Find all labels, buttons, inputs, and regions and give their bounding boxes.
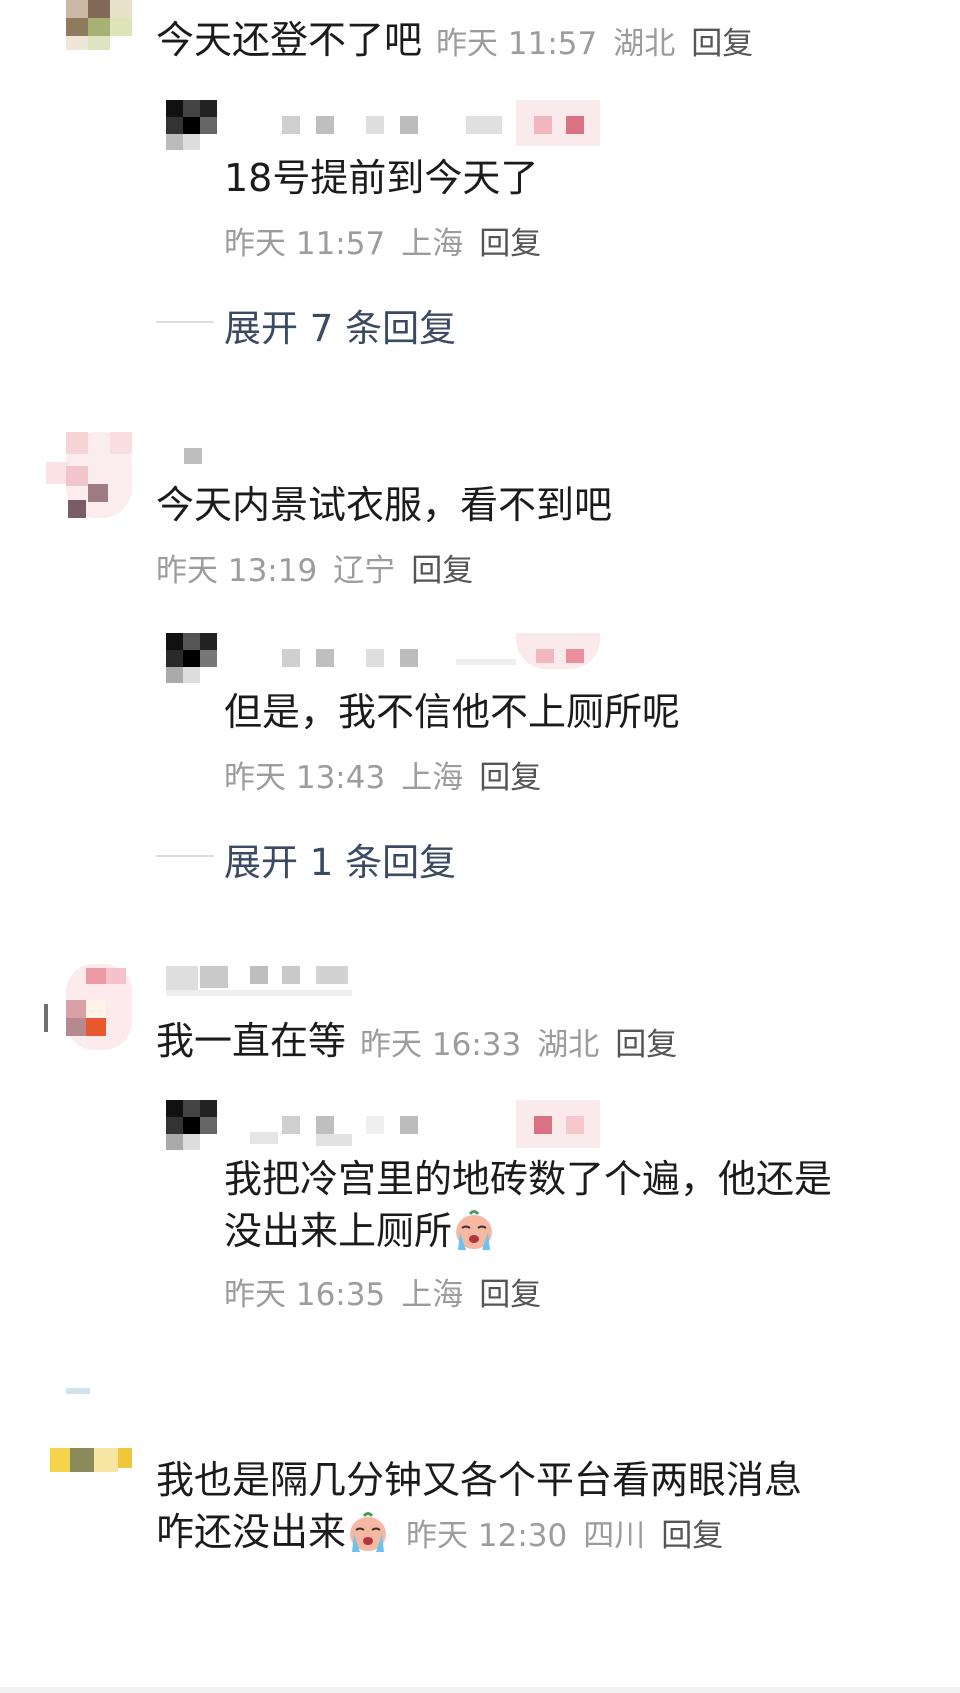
reply-avatar[interactable] [166, 633, 218, 683]
comment-text: 今天还登不了吧 [156, 18, 423, 62]
reply-button[interactable]: 回复 [691, 26, 753, 62]
reply-button[interactable]: 回复 [661, 1518, 723, 1554]
comment-text: 我一直在等 [156, 1019, 347, 1063]
avatar[interactable] [40, 964, 132, 1050]
comment-meta: 昨天 13:19 辽宁 回复 [156, 545, 489, 590]
reply-time: 昨天 11:57 [224, 226, 386, 262]
comment-location: 辽宁 [333, 553, 396, 589]
reply-location: 上海 [401, 1277, 464, 1313]
comment-time: 昨天 13:19 [156, 553, 318, 589]
avatar[interactable] [48, 1388, 132, 1478]
comment-time: 昨天 11:57 [436, 25, 598, 62]
expand-replies-button[interactable]: 展开 1 条回复 [224, 832, 456, 886]
reply-button[interactable]: 回复 [479, 760, 541, 796]
comment-meta: 昨天 16:33 湖北 回复 [360, 1019, 693, 1064]
reply-text: 但是，我不信他不上厕所呢 [224, 690, 681, 734]
reply-location: 上海 [401, 226, 464, 262]
avatar[interactable] [66, 0, 132, 50]
blurred-username [166, 964, 352, 998]
reply-button[interactable]: 回复 [479, 226, 541, 262]
comment-text: 我也是隔几分钟又各个平台看两眼消息 [156, 1458, 803, 1502]
comment-location: 湖北 [613, 25, 676, 62]
reply-avatar[interactable] [166, 100, 218, 150]
expand-replies-button[interactable]: 展开 7 条回复 [224, 298, 456, 352]
comment-location: 四川 [583, 1517, 646, 1554]
reply-button[interactable]: 回复 [615, 1027, 677, 1063]
blurred-username [226, 1100, 606, 1148]
crying-face-icon [346, 1510, 390, 1554]
expand-divider [156, 321, 214, 323]
reply-button[interactable]: 回复 [411, 553, 473, 589]
avatar[interactable] [46, 432, 132, 518]
reply-time: 昨天 16:35 [224, 1277, 386, 1313]
blurred-username [226, 100, 606, 146]
reply-avatar[interactable] [166, 1100, 218, 1150]
reply-text-line-2: 没出来上厕所 [224, 1203, 496, 1259]
blurred-username [184, 448, 202, 464]
comment-time: 昨天 16:33 [360, 1026, 522, 1063]
reply-time: 昨天 13:43 [224, 760, 386, 796]
expand-divider [156, 855, 214, 857]
comment-time: 昨天 12:30 [406, 1517, 568, 1554]
blurred-username [226, 633, 606, 673]
bottom-divider [0, 1687, 960, 1693]
reply-button[interactable]: 回复 [479, 1277, 541, 1313]
reply-meta: 昨天 11:57 上海 回复 [224, 218, 557, 263]
reply-location: 上海 [401, 760, 464, 796]
reply-text: 18号提前到今天了 [224, 156, 539, 200]
reply-meta: 昨天 16:35 上海 回复 [224, 1269, 557, 1314]
comment-location: 湖北 [537, 1026, 600, 1063]
reply-meta: 昨天 13:43 上海 回复 [224, 752, 557, 797]
reply-text-cont: 没出来上厕所 [224, 1209, 453, 1253]
reply-text: 我把冷宫里的地砖数了个遍，他还是 [224, 1157, 833, 1201]
comment-text: 今天内景试衣服，看不到吧 [156, 483, 613, 527]
comment-meta: 昨天 11:57 湖北 回复 [436, 18, 769, 63]
comment-meta: 昨天 12:30 四川 回复 [406, 1510, 739, 1555]
comment-text-cont: 咋还没出来 [156, 1510, 347, 1554]
crying-face-icon [452, 1208, 496, 1252]
